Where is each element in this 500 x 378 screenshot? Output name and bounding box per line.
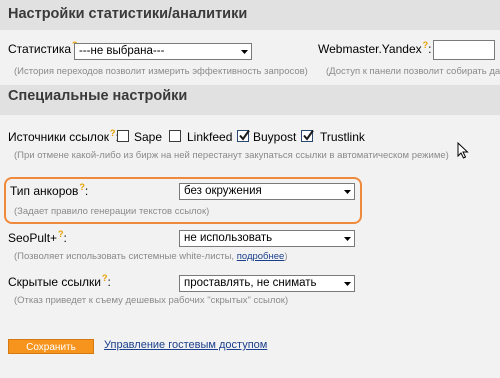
checkbox-linkfeed-label: Linkfeed bbox=[187, 130, 233, 144]
chevron-down-icon bbox=[341, 185, 353, 198]
statistics-hint: (История переходов позволит измерить эфф… bbox=[14, 66, 308, 77]
checkbox-buypost-label: Buypost bbox=[253, 130, 297, 144]
link-sources-hint: (При отмене какой-либо из бирж на ней пе… bbox=[14, 150, 449, 161]
special-section-header: Специальные настройки bbox=[0, 85, 500, 115]
special-section-title: Специальные настройки bbox=[8, 88, 188, 104]
seopult-hint: (Позволяет использовать системные white-… bbox=[14, 251, 288, 262]
webmaster-hint: (Доступ к панели позволит собирать данны bbox=[326, 66, 500, 77]
webmaster-help-icon[interactable]: ? bbox=[423, 40, 429, 50]
chevron-down-icon bbox=[238, 45, 250, 58]
save-button[interactable]: Сохранить bbox=[8, 339, 94, 354]
checkbox-trustlink-label: Trustlink bbox=[320, 130, 365, 144]
checkbox-trustlink[interactable] bbox=[301, 129, 314, 142]
guest-access-link[interactable]: Управление гостевым доступом bbox=[104, 339, 267, 351]
checkbox-buypost[interactable] bbox=[237, 129, 250, 142]
stats-section-title: Настройки статистики/аналитики bbox=[8, 6, 248, 22]
seopult-help-icon[interactable]: ? bbox=[58, 229, 64, 239]
checkmark-icon bbox=[303, 129, 314, 141]
anchor-type-help-icon[interactable]: ? bbox=[79, 182, 85, 192]
hidden-links-hint: (Отказ приведет к съему дешевых рабочих … bbox=[14, 295, 289, 306]
hidden-links-label: Скрытые ссылки?: bbox=[8, 273, 111, 289]
checkbox-sape-label: Sape bbox=[134, 130, 163, 144]
checkbox-sape[interactable] bbox=[117, 130, 129, 142]
statistics-select[interactable]: ---не выбрана--- bbox=[74, 43, 252, 60]
chevron-down-icon bbox=[341, 232, 353, 245]
anchor-type-label: Тип анкоров?: bbox=[10, 182, 89, 198]
checkmark-icon bbox=[239, 129, 250, 141]
anchor-type-hint: (Задает правило генерации текстов ссылок… bbox=[14, 206, 210, 217]
anchor-type-select[interactable]: без окружения bbox=[179, 183, 355, 200]
mouse-pointer-icon bbox=[457, 142, 469, 159]
stats-section-header: Настройки статистики/аналитики bbox=[0, 0, 500, 30]
seopult-select[interactable]: не использовать bbox=[179, 230, 355, 247]
seopult-label: SeoPult+?: bbox=[8, 229, 67, 245]
webmaster-input[interactable] bbox=[433, 40, 495, 60]
hidden-links-help-icon[interactable]: ? bbox=[102, 273, 108, 283]
link-sources-help-icon[interactable]: ? bbox=[110, 128, 116, 138]
chevron-down-icon bbox=[341, 277, 353, 290]
webmaster-label: Webmaster.Yandex?: bbox=[318, 40, 432, 56]
hidden-links-select[interactable]: проставлять, не снимать bbox=[179, 275, 355, 292]
checkbox-linkfeed[interactable] bbox=[169, 130, 181, 142]
statistics-label: Статистика?: bbox=[8, 40, 81, 56]
link-sources-label: Источники ссылок?: bbox=[8, 128, 119, 144]
seopult-details-link[interactable]: подробнее bbox=[237, 251, 285, 262]
